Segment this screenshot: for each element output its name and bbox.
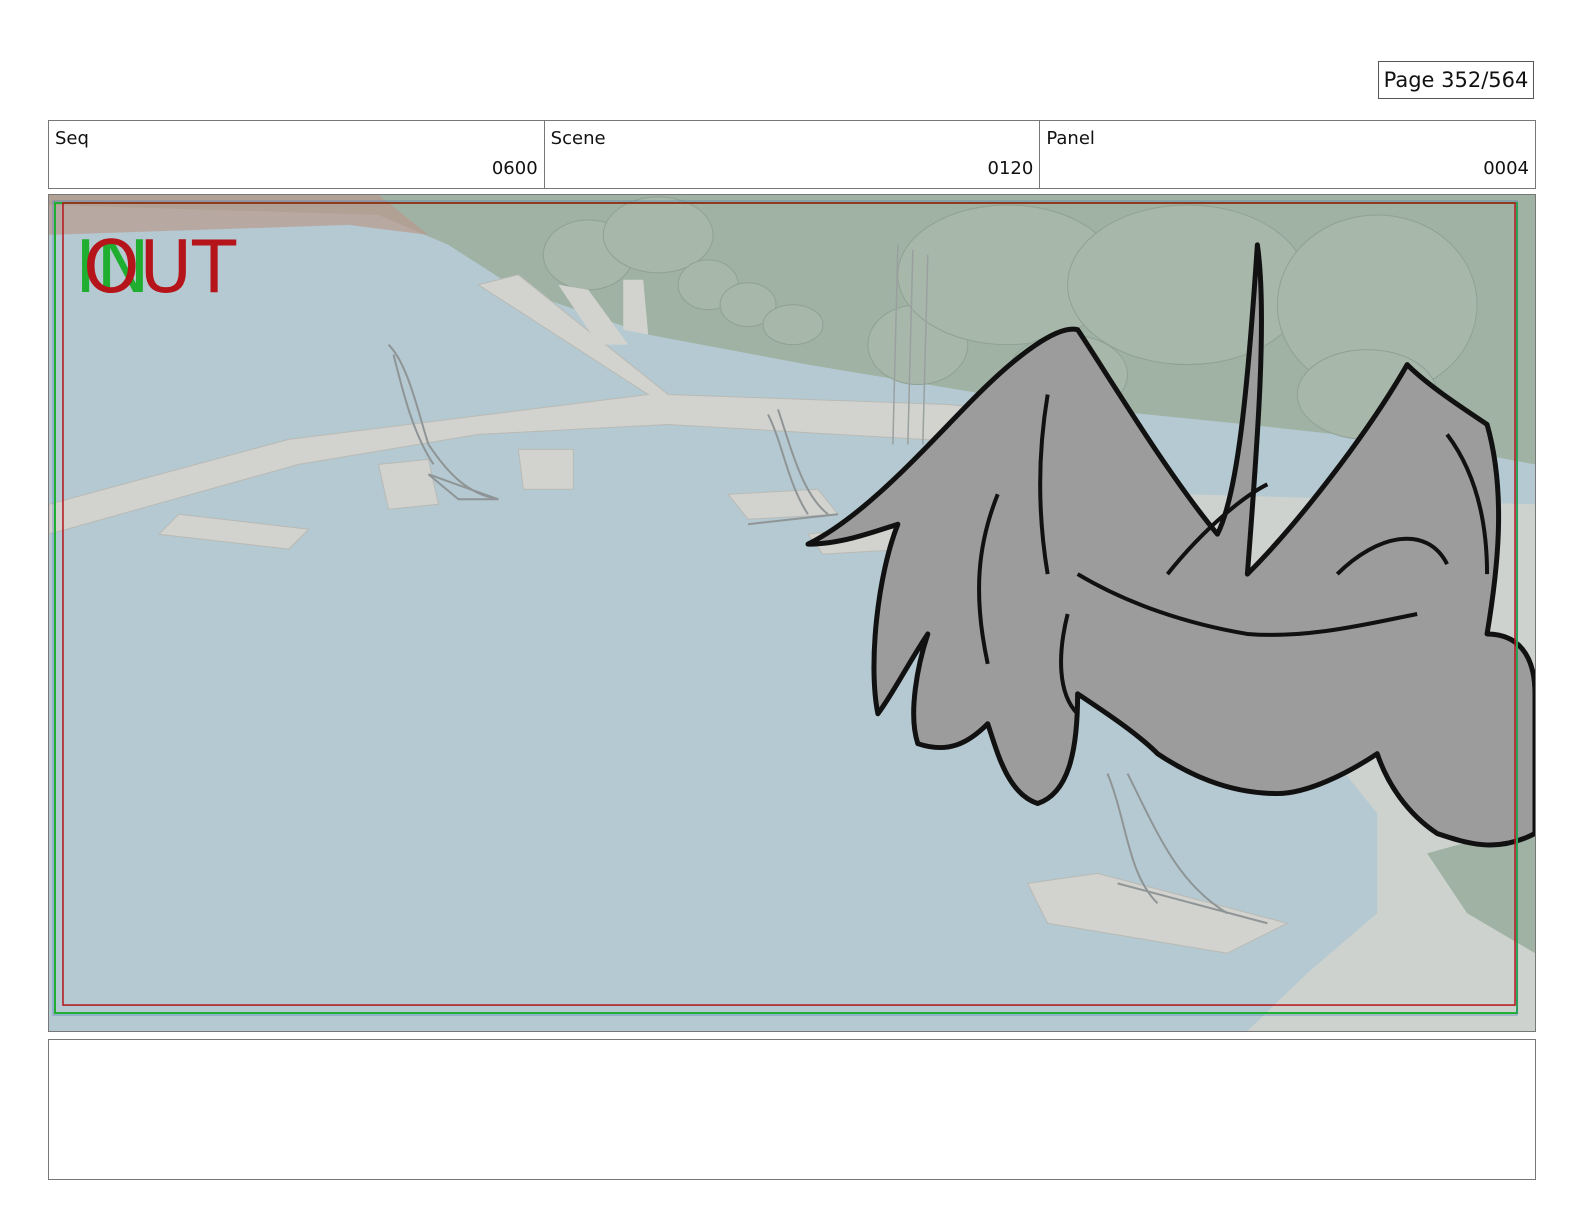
panel-value: 0004 (1483, 158, 1530, 179)
panel-cell: Panel 0004 (1040, 121, 1535, 188)
storyboard-drawing: IN OUT (49, 195, 1535, 1031)
scene-cell: Scene 0120 (545, 121, 1041, 188)
scene-value: 0120 (987, 158, 1034, 179)
page-number: Page 352/564 (1378, 61, 1534, 99)
seq-value: 0600 (491, 158, 538, 179)
panel-header: Seq 0600 Scene 0120 Panel 0004 (48, 120, 1536, 189)
panel-label: Panel (1046, 128, 1095, 149)
scene-label: Scene (550, 128, 606, 149)
storyboard-frame: IN OUT (48, 194, 1536, 1032)
seq-label: Seq (55, 128, 89, 149)
out-marker: OUT (83, 225, 237, 309)
notes-box (48, 1039, 1536, 1180)
seq-cell: Seq 0600 (49, 121, 545, 188)
